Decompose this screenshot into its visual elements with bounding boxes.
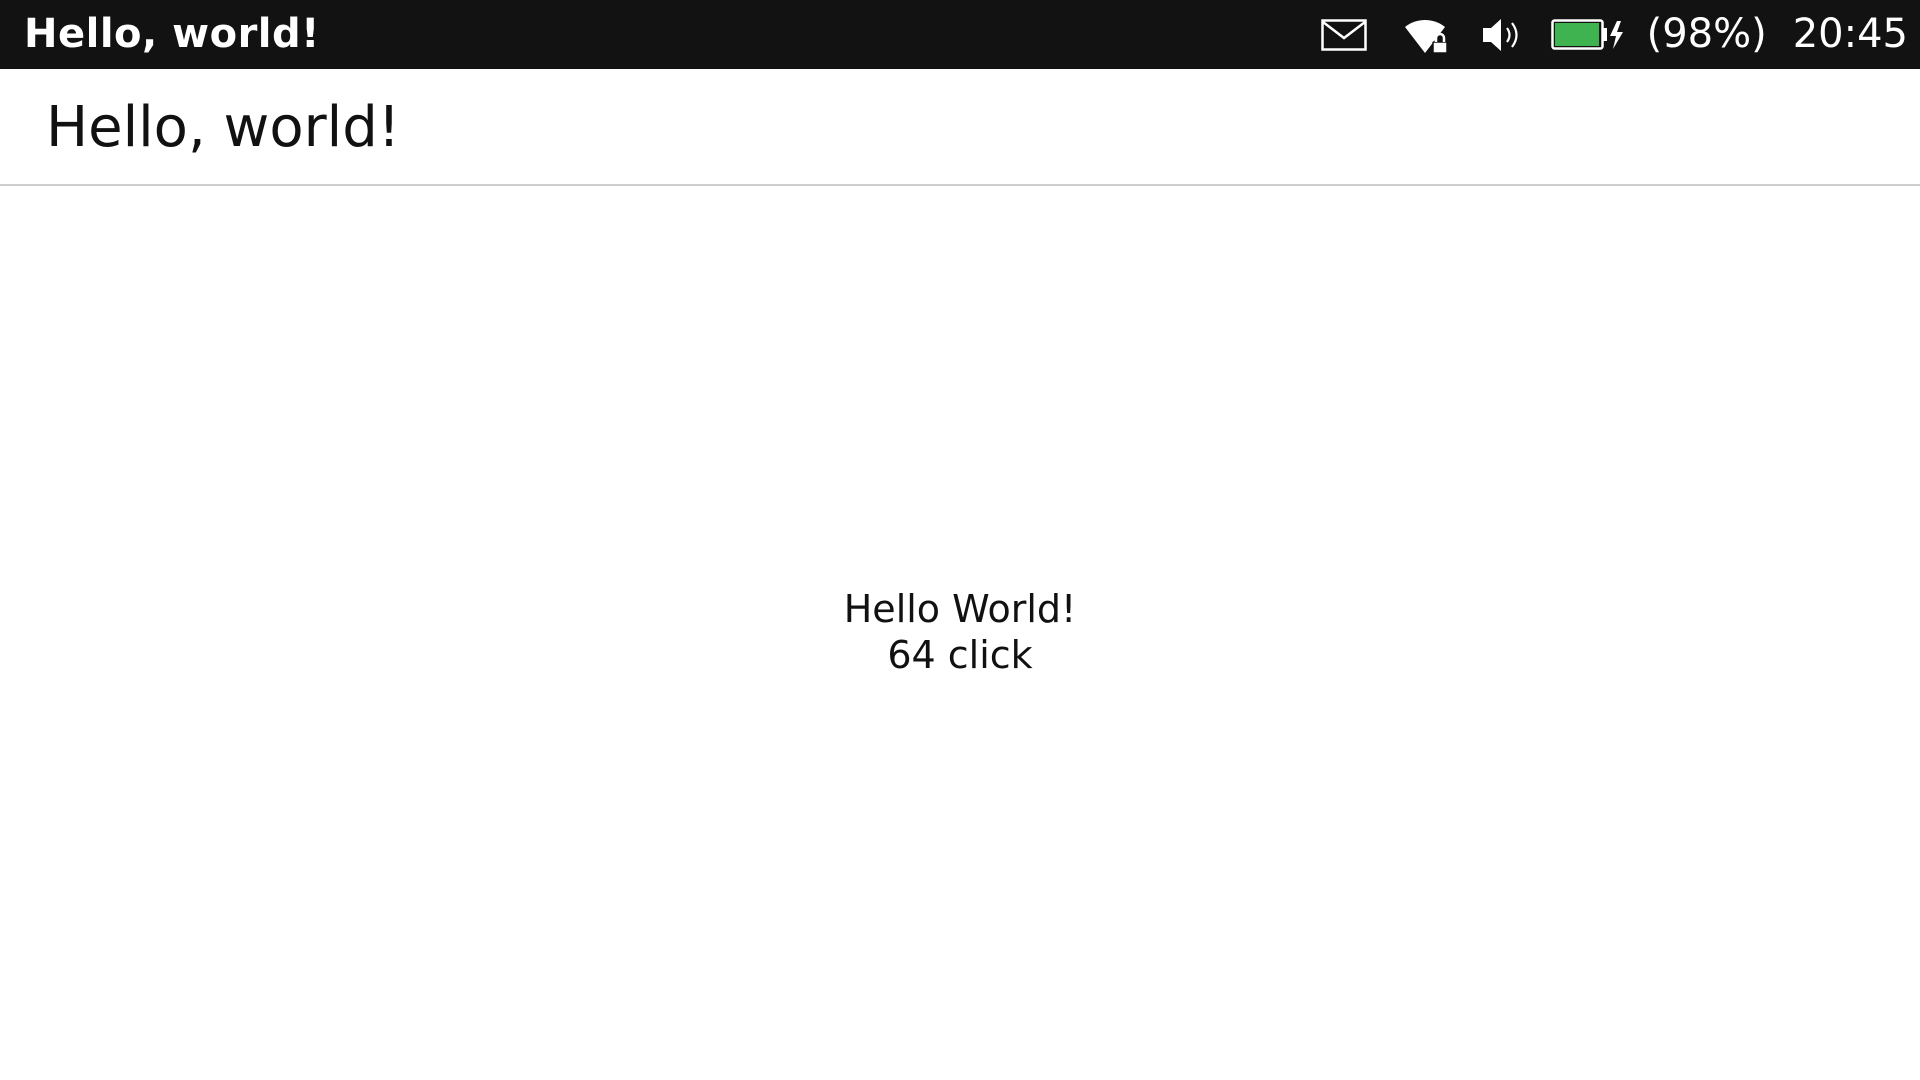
volume-icon[interactable] — [1481, 0, 1525, 69]
status-bar: Hello, world! (98%) 20:45 — [0, 0, 1920, 69]
mail-icon[interactable] — [1320, 0, 1367, 69]
hello-label[interactable]: Hello World! 64 click — [0, 586, 1920, 678]
wifi-locked-icon[interactable] — [1403, 0, 1451, 69]
indicator-area[interactable]: (98%) 20:45 — [1320, 0, 1908, 69]
battery-percentage: (98%) — [1646, 11, 1767, 57]
battery-charging-icon[interactable] — [1550, 0, 1625, 69]
page-header: Hello, world! — [0, 69, 1920, 186]
clock: 20:45 — [1792, 11, 1908, 57]
greeting-text: Hello World! — [843, 587, 1077, 631]
click-count-text: 64 click — [887, 633, 1033, 677]
status-app-title: Hello, world! — [24, 11, 320, 57]
page-title: Hello, world! — [46, 95, 401, 160]
main-content[interactable]: Hello World! 64 click — [0, 186, 1920, 1080]
